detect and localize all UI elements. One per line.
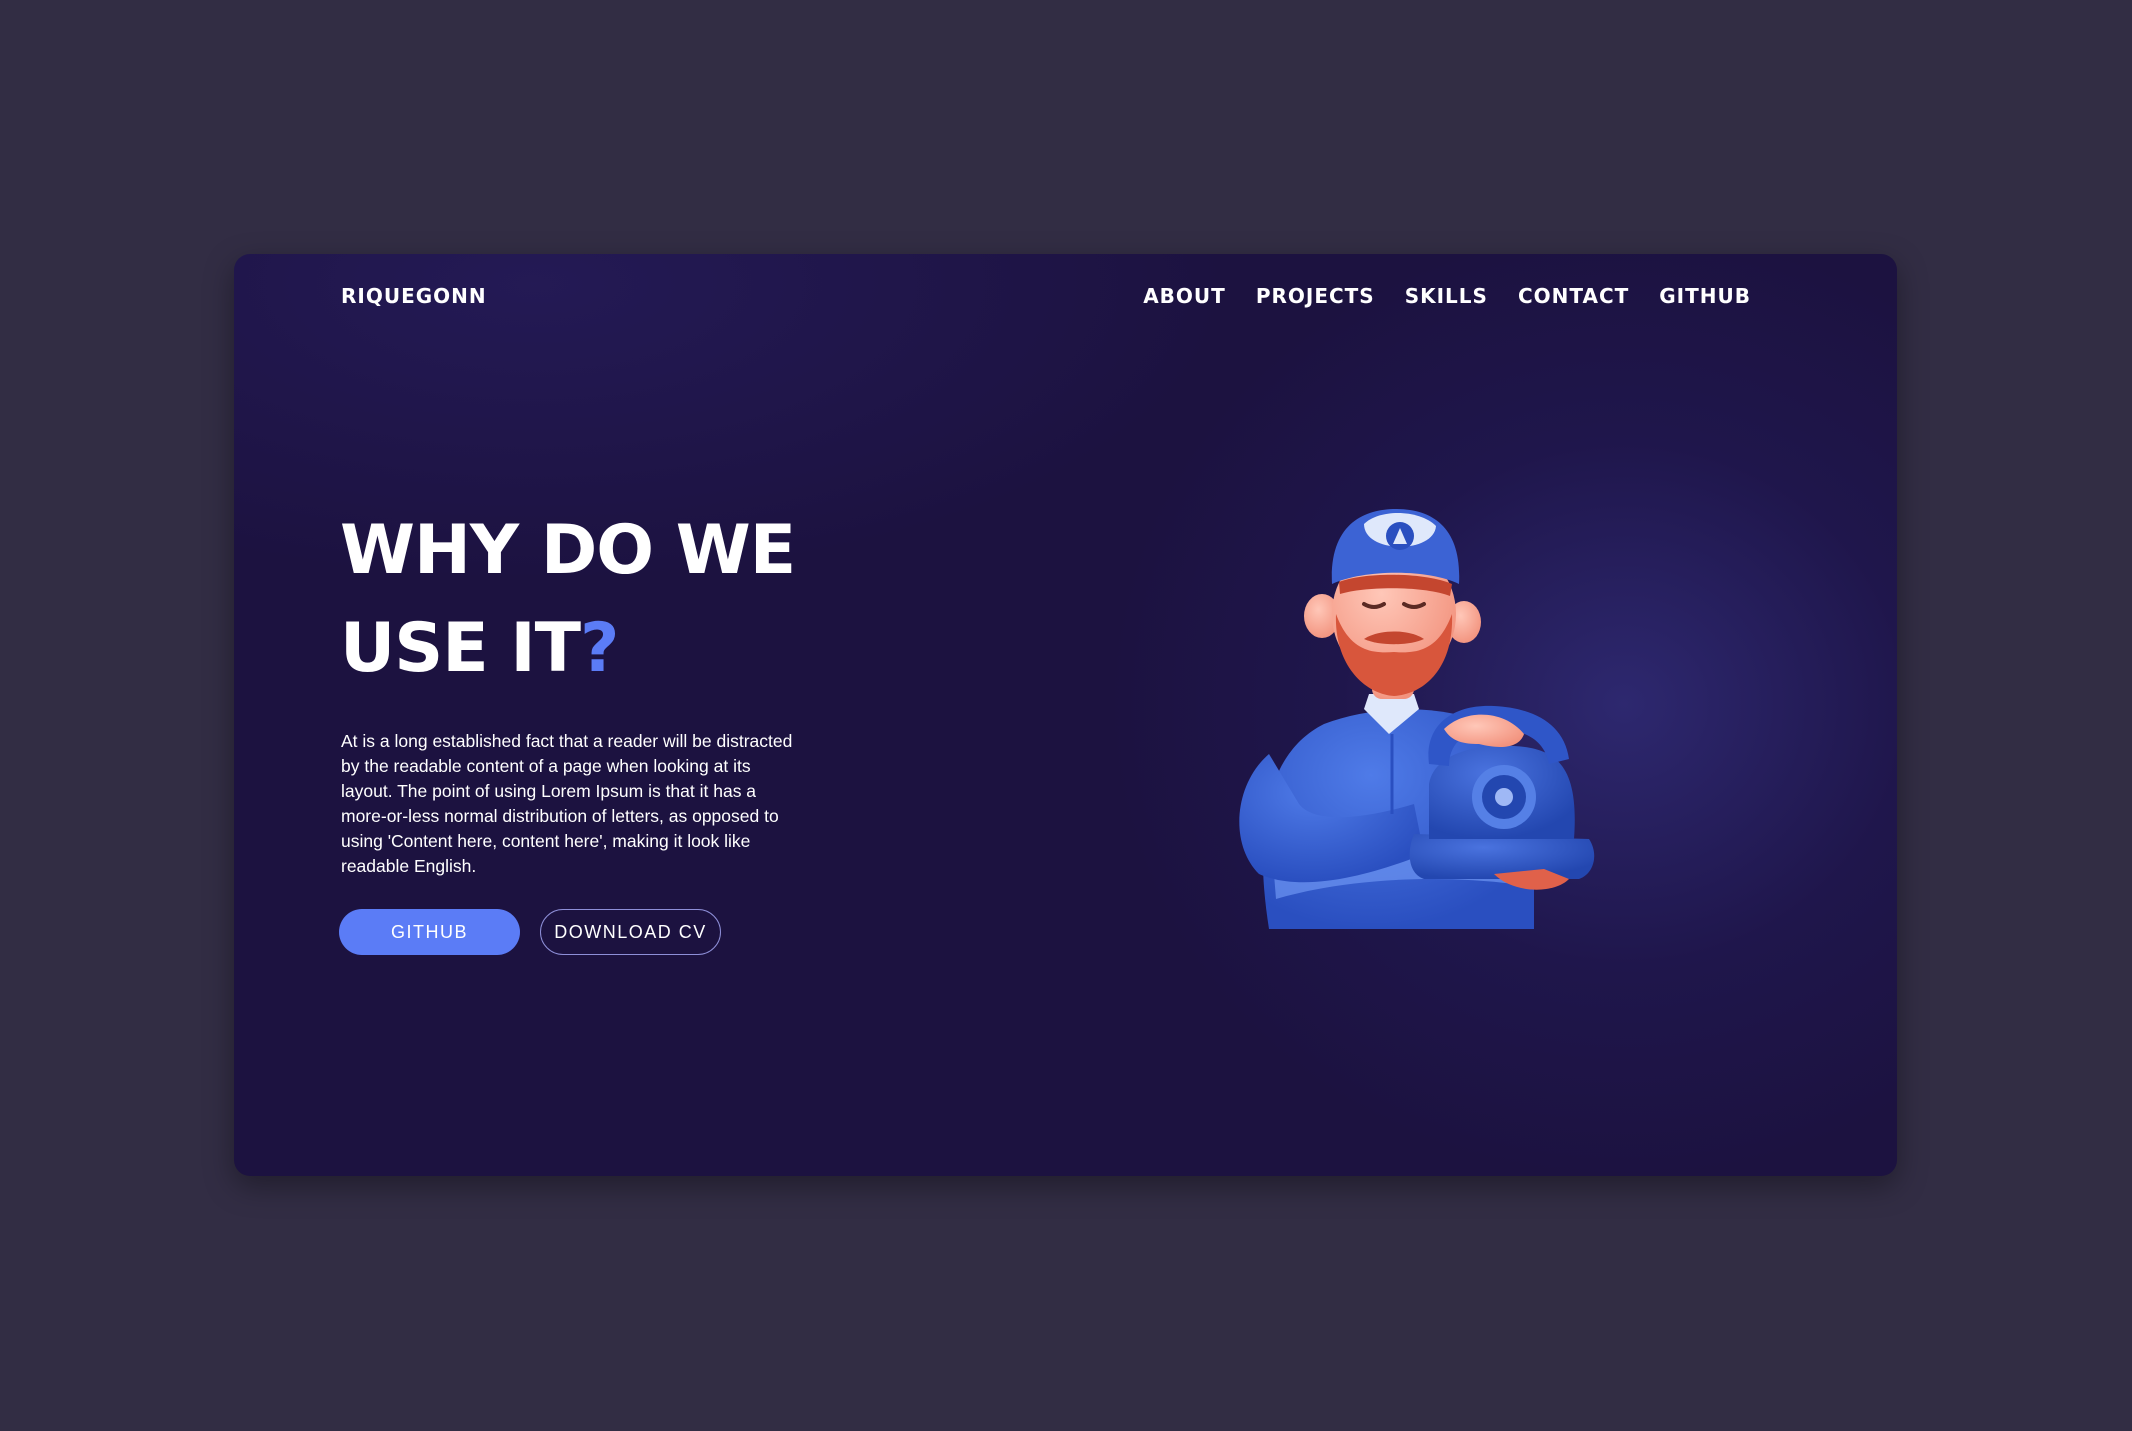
nav-github[interactable]: GITHUB — [1659, 284, 1751, 308]
hero-title-line1: WHY DO WE — [340, 511, 796, 590]
landing-card: RIQUEGONN ABOUT PROJECTS SKILLS CONTACT … — [234, 254, 1897, 1176]
hero-title-mark: ? — [580, 609, 619, 688]
site-logo[interactable]: RIQUEGONN — [341, 284, 487, 308]
main-nav: ABOUT PROJECTS SKILLS CONTACT GITHUB — [1143, 284, 1751, 308]
nav-skills[interactable]: SKILLS — [1405, 284, 1488, 308]
hero-title-line2: USE IT — [340, 609, 581, 688]
man-with-rotary-phone-illustration — [1239, 509, 1595, 929]
nav-contact[interactable]: CONTACT — [1518, 284, 1629, 308]
nav-projects[interactable]: PROJECTS — [1256, 284, 1375, 308]
nav-about[interactable]: ABOUT — [1143, 284, 1226, 308]
hero-title: WHY DO WE USE IT? — [340, 502, 796, 698]
github-button[interactable]: GITHUB — [339, 909, 520, 955]
hero-description: At is a long established fact that a rea… — [341, 731, 793, 876]
download-cv-button[interactable]: DOWNLOAD CV — [540, 909, 721, 955]
